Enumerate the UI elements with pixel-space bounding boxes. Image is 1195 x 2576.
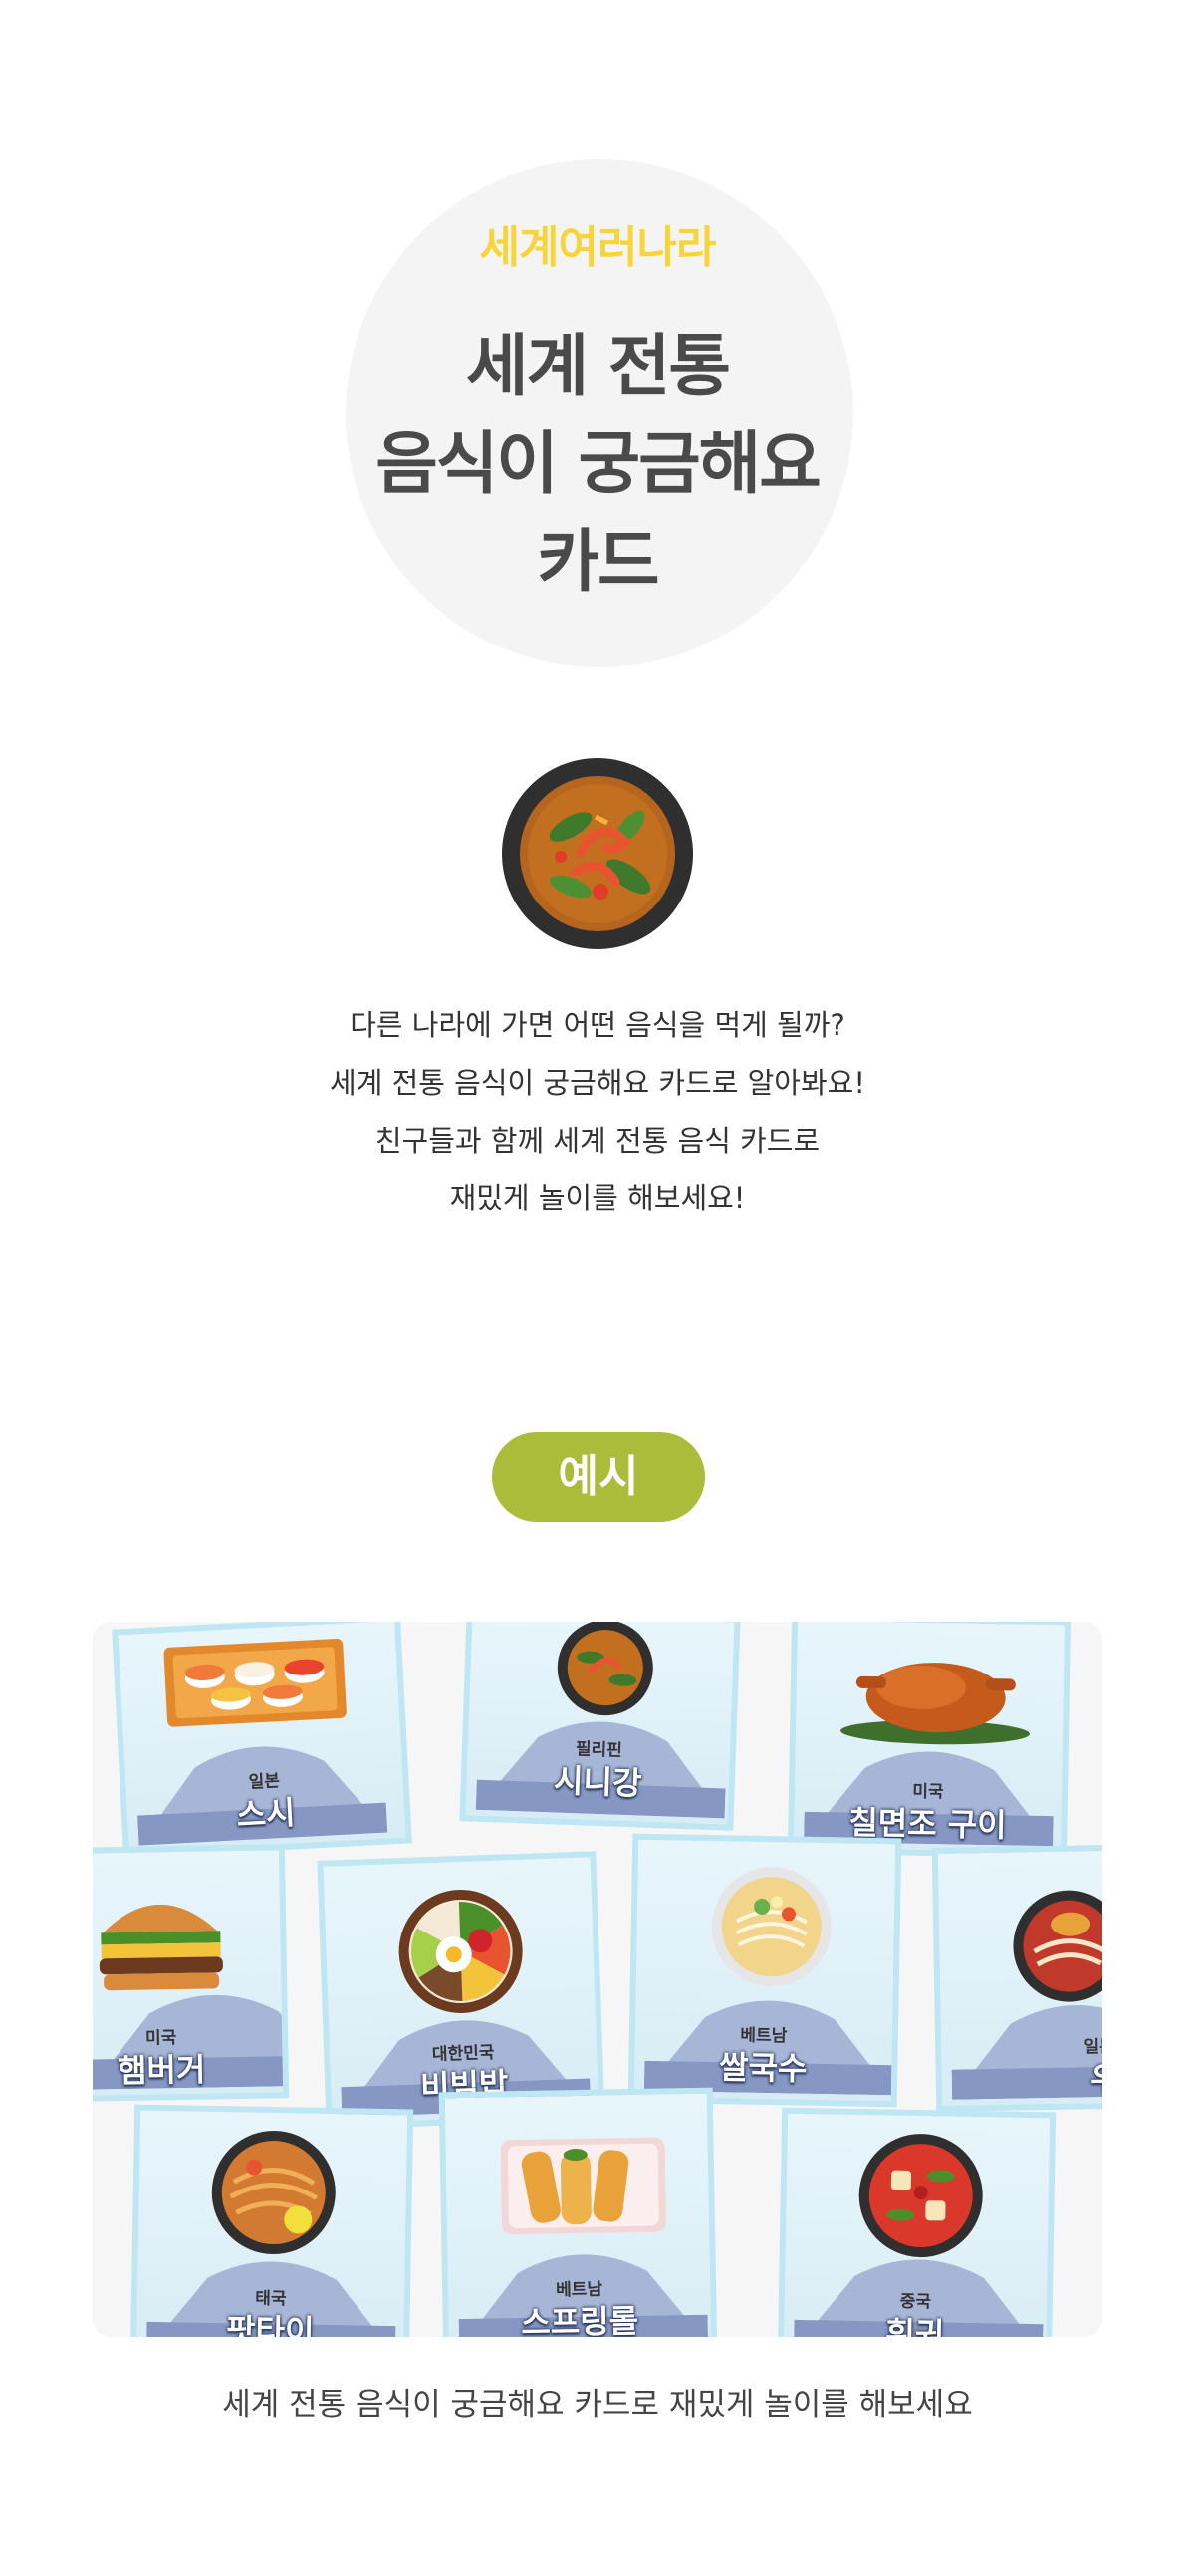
pad-thai-icon [211, 2131, 336, 2255]
hero-title-line: 카드 [537, 523, 659, 602]
tom-yum-soup-bowl-icon [502, 758, 693, 949]
food-card: 베트남 쌀국수 [627, 1833, 902, 2108]
roast-turkey-icon [840, 1663, 1031, 1745]
hero-subtitle: 세계여러나라 [479, 222, 717, 273]
intro-line: 세계 전통 음식이 궁금해요 카드로 알아봐요! [330, 1066, 865, 1100]
food-card: 일본 우동 [931, 1844, 1102, 2112]
card-collage: 일본 스시 필리핀 시니강 미국 칠면조 구이 미국 햄버거 대한민국 비빔밥 … [93, 1622, 1102, 2337]
intro-text: 다른 나라에 가면 어떤 음식을 먹게 될까? 세계 전통 음식이 궁금해요 카… [0, 996, 1195, 1227]
example-badge: 예시 [492, 1432, 705, 1522]
card-food-name: 시니강 [553, 1761, 643, 1803]
food-card: 중국 훠궈 [777, 2107, 1057, 2337]
bibimbap-icon [398, 1889, 523, 2013]
hero-title-line: 세계 전통 [466, 328, 731, 406]
intro-line: 다른 나라에 가면 어떤 음식을 먹게 될까? [350, 1008, 845, 1042]
food-card: 대한민국 비빔밥 [317, 1851, 605, 2130]
card-food-name: 햄버거 [117, 2050, 206, 2091]
card-food-name: 우동 [1089, 2059, 1102, 2099]
pho-icon [711, 1867, 832, 1987]
card-food-name: 쌀국수 [718, 2048, 808, 2088]
card-food-name: 스프링롤 [520, 2301, 639, 2337]
food-card: 베트남 스프링롤 [438, 2087, 718, 2337]
card-food-name: 훠궈 [885, 2314, 945, 2337]
food-card: 미국 칠면조 구이 [787, 1622, 1072, 1859]
food-card: 태국 팟타이 [129, 2104, 414, 2337]
intro-line: 재밌게 놀이를 해보세요! [449, 1181, 746, 1215]
food-card: 필리핀 시니강 [459, 1622, 741, 1831]
hero-title-line: 음식이 궁금해요 [375, 425, 822, 504]
intro-line: 친구들과 함께 세계 전통 음식 카드로 [374, 1124, 821, 1158]
food-card: 미국 햄버거 [93, 1844, 290, 2102]
hero-title: 세계 전통 음식이 궁금해요 카드 [0, 319, 1195, 612]
spring-roll-icon [500, 2137, 666, 2235]
sushi-icon [163, 1638, 347, 1727]
food-card: 일본 스시 [112, 1622, 412, 1859]
collage-caption: 세계 전통 음식이 궁금해요 카드로 재밌게 놀이를 해보세요 [222, 2387, 973, 2423]
card-food-name: 팟타이 [225, 2311, 315, 2337]
